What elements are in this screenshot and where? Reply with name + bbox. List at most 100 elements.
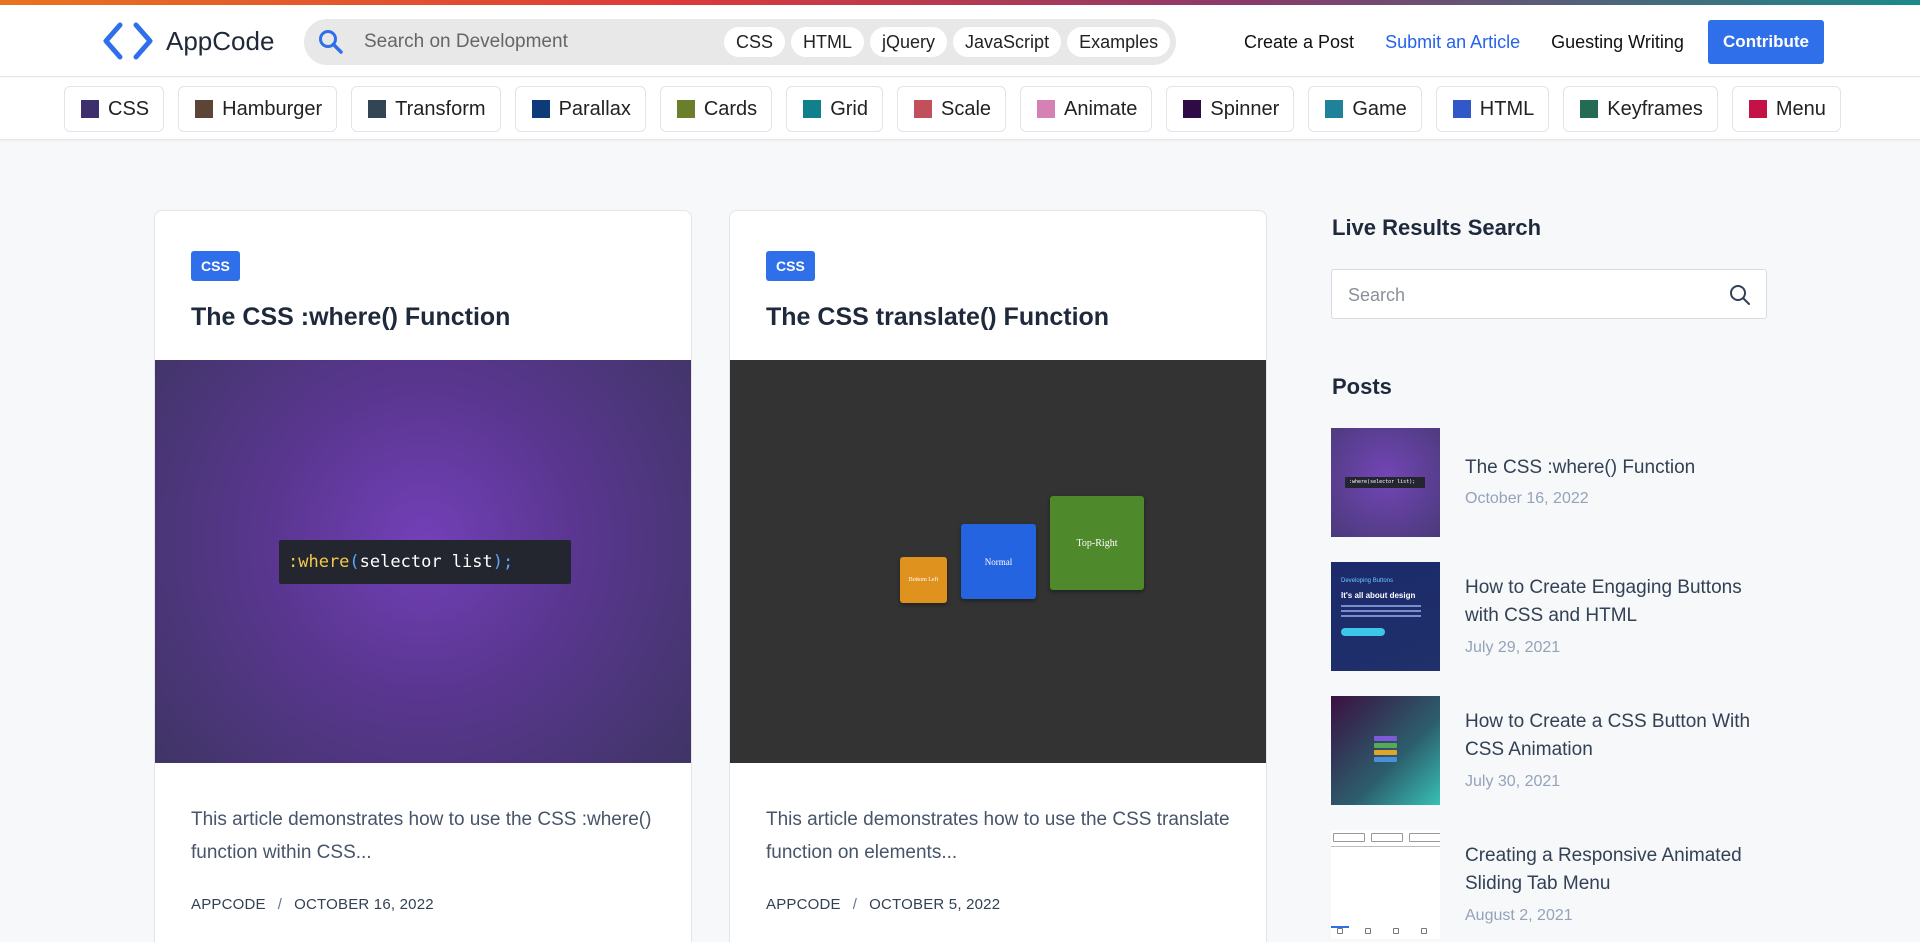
tag-color-swatch [803, 100, 822, 118]
tag-game[interactable]: Game [1308, 86, 1422, 132]
tag-color-swatch [368, 100, 387, 118]
tag-keyframes[interactable]: Keyframes [1563, 86, 1718, 132]
code-brackets-icon [103, 22, 153, 60]
post-thumbnail[interactable] [1331, 696, 1440, 805]
tag-label: CSS [108, 97, 150, 120]
submit-article-link[interactable]: Submit an Article [1385, 32, 1520, 53]
tag-spinner[interactable]: Spinner [1166, 86, 1295, 132]
meta-separator: / [277, 896, 283, 913]
category-badge[interactable]: CSS [766, 251, 815, 281]
tag-html[interactable]: HTML [1435, 86, 1550, 132]
tag-animate[interactable]: Animate [1020, 86, 1153, 132]
search-icon[interactable] [1728, 283, 1752, 307]
posts-heading: Posts [1332, 374, 1392, 399]
post-title[interactable]: How to Create Engaging Buttons with CSS … [1465, 574, 1765, 630]
search-chip[interactable]: JavaScript [953, 27, 1062, 57]
sidebar-search-input[interactable] [1348, 280, 1708, 310]
code-token-close: ); [492, 552, 514, 572]
create-post-link[interactable]: Create a Post [1244, 32, 1354, 53]
article-author[interactable]: APPCODE [191, 896, 266, 913]
post-title[interactable]: Creating a Responsive Animated Sliding T… [1465, 842, 1765, 898]
article-card[interactable]: CSS The CSS :where() Function :where(sel… [154, 210, 692, 942]
post-date: July 30, 2021 [1465, 773, 1561, 790]
tag-color-swatch [531, 100, 550, 118]
code-snippet: :where(selector list); [279, 540, 571, 584]
demo-box-normal: Normal [961, 524, 1036, 599]
post-thumbnail[interactable] [1331, 830, 1440, 939]
tag-color-swatch [1748, 100, 1767, 118]
article-meta: APPCODE / OCTOBER 5, 2022 [766, 896, 1000, 913]
thumb-text-lines [1341, 605, 1421, 619]
article-title[interactable]: The CSS :where() Function [191, 303, 510, 332]
sidebar-post[interactable]: Creating a Responsive Animated Sliding T… [1331, 830, 1767, 940]
tag-label: Spinner [1210, 97, 1280, 120]
article-excerpt: This article demonstrates how to use the… [191, 809, 652, 863]
category-badge[interactable]: CSS [191, 251, 240, 281]
top-header: AppCode CSS HTML jQuery JavaScript Examp… [0, 5, 1920, 77]
article-date: OCTOBER 5, 2022 [869, 896, 1001, 913]
post-title[interactable]: How to Create a CSS Button With CSS Anim… [1465, 708, 1765, 764]
sidebar-post[interactable]: How to Create a CSS Button With CSS Anim… [1331, 696, 1767, 806]
post-thumbnail[interactable]: :where(selector list); [1331, 428, 1440, 537]
search-input[interactable] [364, 25, 644, 59]
tag-label: Game [1352, 97, 1407, 120]
thumb-heading: It's all about design [1341, 591, 1416, 600]
post-date: October 16, 2022 [1465, 490, 1589, 507]
guest-writing-link[interactable]: Guesting Writing [1551, 32, 1684, 53]
demo-box-top-right: Top-Right [1050, 496, 1144, 590]
tag-label: Parallax [558, 97, 631, 120]
tag-label: Cards [703, 97, 758, 120]
search-chip-list: CSS HTML jQuery JavaScript Examples [724, 27, 1171, 57]
article-author[interactable]: APPCODE [766, 896, 841, 913]
article-card[interactable]: CSS The CSS translate() Function Bottom … [729, 210, 1267, 942]
article-title[interactable]: The CSS translate() Function [766, 303, 1109, 332]
search-chip[interactable]: CSS [724, 27, 786, 57]
post-title[interactable]: The CSS :where() Function [1465, 454, 1765, 482]
tag-color-swatch [1452, 100, 1471, 118]
code-token-paren: ( [349, 552, 360, 572]
tag-grid[interactable]: Grid [786, 86, 883, 132]
thumb-button-graphic [1341, 628, 1385, 636]
sidebar-search [1331, 269, 1767, 319]
article-meta: APPCODE / OCTOBER 16, 2022 [191, 896, 434, 913]
tag-label: Keyframes [1607, 97, 1703, 120]
tag-label: HTML [1479, 97, 1535, 120]
tag-list: CSS Hamburger Transform Parallax Cards Grid Sc… [64, 86, 1841, 132]
sidebar-post[interactable]: :where(selector list); The CSS :where() … [1331, 428, 1767, 538]
tag-cards[interactable]: Cards [659, 86, 773, 132]
thumb-code-snippet: :where(selector list); [1345, 477, 1425, 488]
tag-color-swatch [913, 100, 932, 118]
thumb-button-stack [1374, 736, 1397, 764]
post-thumbnail[interactable]: Developing Buttons It's all about design [1331, 562, 1440, 671]
tag-label: Grid [830, 97, 868, 120]
code-token-function: :where [288, 552, 350, 572]
contribute-button[interactable]: Contribute [1708, 20, 1824, 64]
article-excerpt: This article demonstrates how to use the… [766, 809, 1230, 863]
thumb-divider [1331, 846, 1440, 847]
article-image[interactable]: :where(selector list); [155, 360, 691, 763]
tag-css[interactable]: CSS [64, 86, 165, 132]
tag-transform[interactable]: Transform [351, 86, 501, 132]
meta-separator: / [852, 896, 858, 913]
search-icon[interactable] [318, 29, 344, 55]
tag-color-swatch [1037, 100, 1056, 118]
site-logo[interactable]: AppCode [100, 21, 274, 61]
brand-name: AppCode [166, 25, 275, 56]
header-nav: Create a Post Submit an Article Guesting… [1244, 19, 1715, 65]
search-chip[interactable]: Examples [1067, 27, 1171, 57]
tag-hamburger[interactable]: Hamburger [178, 86, 338, 132]
tag-color-swatch [1580, 100, 1599, 118]
category-tag-bar: CSS Hamburger Transform Parallax Cards Grid Sc… [0, 78, 1920, 140]
tag-parallax[interactable]: Parallax [514, 86, 646, 132]
tag-menu[interactable]: Menu [1731, 86, 1841, 132]
tag-scale[interactable]: Scale [896, 86, 1007, 132]
tag-color-swatch [1183, 100, 1202, 118]
demo-box-bottom-left: Bottom Left [900, 557, 947, 603]
thumb-kicker: Developing Buttons [1341, 578, 1394, 584]
tag-label: Transform [395, 97, 486, 120]
article-date: OCTOBER 16, 2022 [294, 896, 434, 913]
search-chip[interactable]: jQuery [870, 27, 948, 57]
article-image[interactable]: Bottom Left Normal Top-Right [730, 360, 1266, 763]
search-chip[interactable]: HTML [791, 27, 865, 57]
sidebar-post[interactable]: Developing Buttons It's all about design… [1331, 562, 1767, 672]
